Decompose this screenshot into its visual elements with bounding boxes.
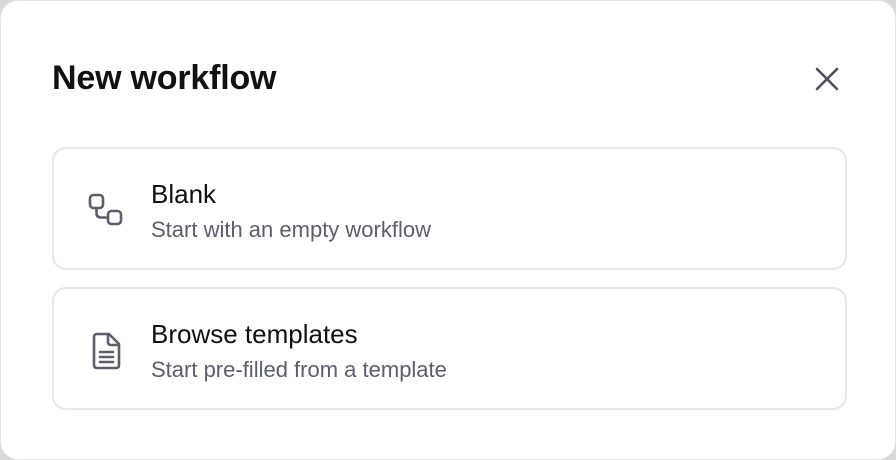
- close-button[interactable]: [807, 59, 847, 99]
- option-title: Blank: [151, 179, 217, 209]
- dialog-title: New workflow: [52, 59, 277, 97]
- workflow-nodes-icon: [86, 191, 126, 231]
- close-icon: [815, 67, 839, 91]
- option-description: Start with an empty workflow: [151, 217, 431, 242]
- new-workflow-dialog: New workflow Blank Start with an empty w…: [0, 0, 896, 460]
- browse-templates-option[interactable]: Browse templates Start pre-filled from a…: [52, 287, 847, 410]
- option-description: Start pre-filled from a template: [151, 357, 447, 382]
- document-icon: [86, 331, 126, 371]
- blank-workflow-option[interactable]: Blank Start with an empty workflow: [52, 147, 847, 270]
- option-title: Browse templates: [151, 319, 358, 349]
